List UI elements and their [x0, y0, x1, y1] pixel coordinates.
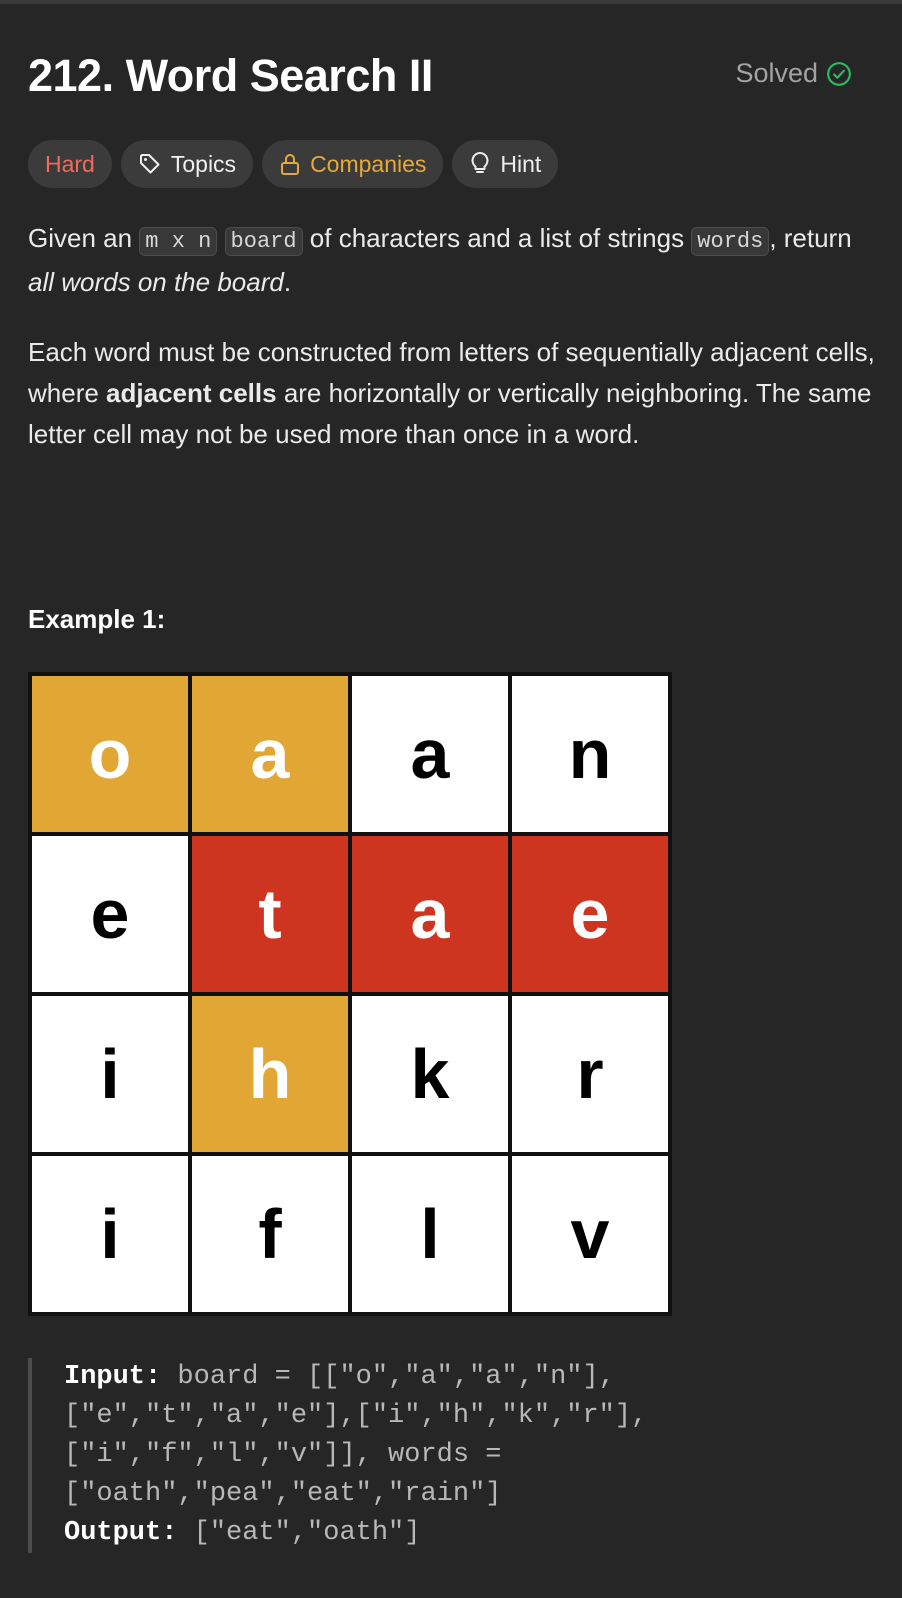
description-paragraph-1: Given an m x n board of characters and a… — [28, 218, 878, 303]
solved-status: Solved — [735, 58, 852, 89]
problem-tags: Hard Topics Companies Hint — [28, 140, 559, 188]
board-cell: k — [352, 996, 508, 1152]
board-cell: f — [192, 1156, 348, 1312]
description-text: of characters and a list of strings — [302, 223, 692, 253]
board-cell: a — [192, 676, 348, 832]
topics-label: Topics — [170, 150, 237, 177]
bold-text: adjacent cells — [106, 378, 277, 408]
description-paragraph-2: Each word must be constructed from lette… — [28, 332, 878, 455]
description-text: . — [283, 267, 292, 297]
board-cell: l — [352, 1156, 508, 1312]
emphasis-text: all words on the board — [28, 267, 284, 297]
difficulty-badge: Hard — [28, 140, 112, 188]
lock-icon — [281, 154, 300, 175]
companies-label: Companies — [310, 150, 427, 177]
example-block: Input: board = [["o","a","a","n"],["e","… — [28, 1358, 868, 1553]
inline-code-words: words — [691, 227, 770, 256]
board-cell: i — [32, 1156, 188, 1312]
description-text: Given an — [28, 223, 140, 253]
solved-label: Solved — [735, 58, 818, 88]
output-value: ["eat","oath"] — [177, 1518, 421, 1548]
inline-code-m-x-n: m x n — [139, 227, 218, 256]
hint-button[interactable]: Hint — [452, 140, 559, 188]
example-output-line: Output: ["eat","oath"] — [64, 1514, 868, 1553]
description-text: , return — [769, 223, 852, 253]
output-label: Output: — [64, 1518, 178, 1548]
example-title: Example 1: — [28, 604, 166, 634]
hint-label: Hint — [500, 150, 542, 177]
example-input-line: Input: board = [["o","a","a","n"],["e","… — [64, 1358, 868, 1514]
board-cell: e — [32, 836, 188, 992]
board-cell: o — [32, 676, 188, 832]
inline-code-board: board — [224, 227, 303, 256]
board-cell: h — [192, 996, 348, 1152]
board-cell: v — [512, 1156, 668, 1312]
board-cell: n — [512, 676, 668, 832]
difficulty-label: Hard — [45, 150, 95, 177]
board-cell: a — [352, 676, 508, 832]
board-cell: e — [512, 836, 668, 992]
board-cell: t — [192, 836, 348, 992]
problem-title[interactable]: 212. Word Search II — [28, 50, 433, 102]
board-cell: r — [512, 996, 668, 1152]
companies-button[interactable]: Companies — [262, 140, 444, 188]
board-cell: a — [352, 836, 508, 992]
check-circle-icon — [827, 61, 851, 86]
board-illustration: o a a n e t a e i h k r i f l v — [28, 672, 672, 1316]
input-label: Input: — [64, 1362, 162, 1392]
board-cell: i — [32, 996, 188, 1152]
top-divider — [0, 0, 902, 4]
lightbulb-icon — [471, 152, 489, 173]
tag-icon — [139, 154, 160, 174]
topics-button[interactable]: Topics — [120, 140, 254, 188]
